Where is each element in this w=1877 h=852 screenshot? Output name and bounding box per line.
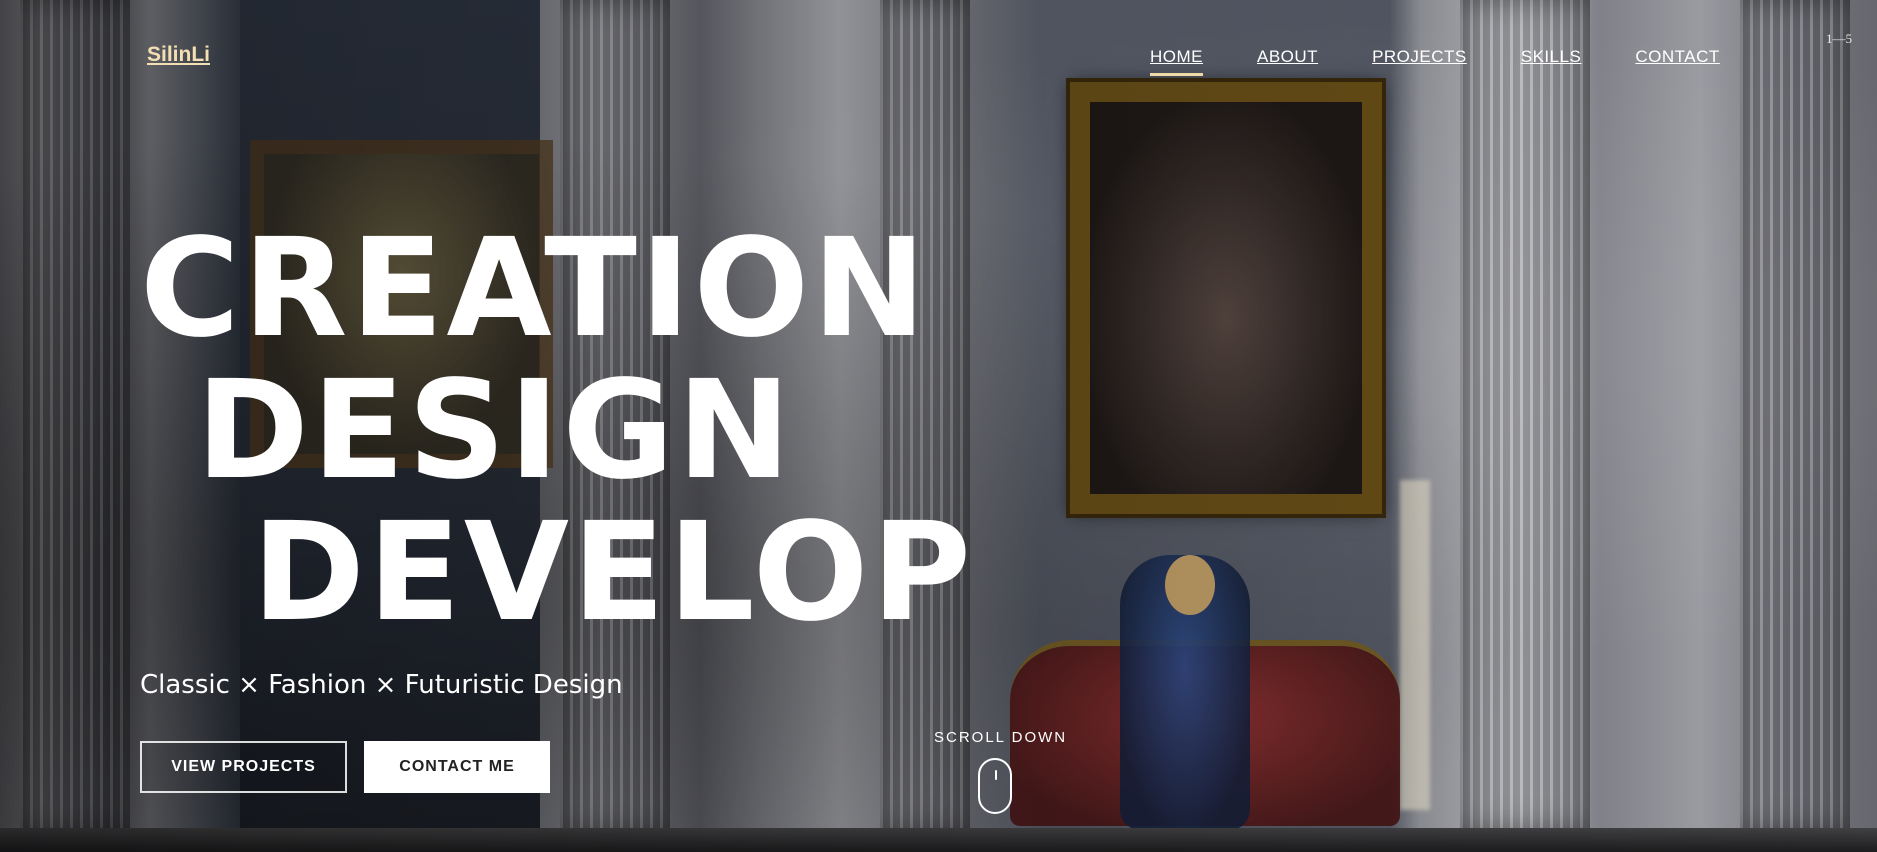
page-counter: 1—5 [1826,31,1852,46]
main-nav: HOME ABOUT PROJECTS SKILLS CONTACT [1150,47,1720,76]
contact-me-label: CONTACT ME [399,758,515,775]
nav-item-contact[interactable]: CONTACT [1635,47,1719,67]
hero-subtitle: Classic × Fashion × Futuristic Design [140,670,623,700]
nav-item-skills[interactable]: SKILLS [1521,47,1582,67]
scroll-down-label: SCROLL DOWN [934,729,1068,746]
nav-item-home[interactable]: HOME [1150,47,1203,76]
mouse-wheel-icon [995,770,997,780]
nav-item-projects[interactable]: PROJECTS [1372,47,1467,67]
hero-headline: CREATION DESIGN DEVELOP [140,218,974,644]
hero-section: SilinLi HOME ABOUT PROJECTS SKILLS CONTA… [0,0,1877,852]
view-projects-label: VIEW PROJECTS [171,758,316,775]
scroll-down-mouse-icon[interactable] [978,758,1012,814]
headline-line-design: DESIGN [196,352,794,510]
headline-line-develop: DEVELOP [252,494,975,652]
headline-line-creation: CREATION [140,210,929,368]
nav-item-about[interactable]: ABOUT [1257,47,1318,67]
contact-me-button[interactable]: CONTACT ME [364,741,550,793]
view-projects-button[interactable]: VIEW PROJECTS [140,741,347,793]
site-logo[interactable]: SilinLi [147,43,210,67]
